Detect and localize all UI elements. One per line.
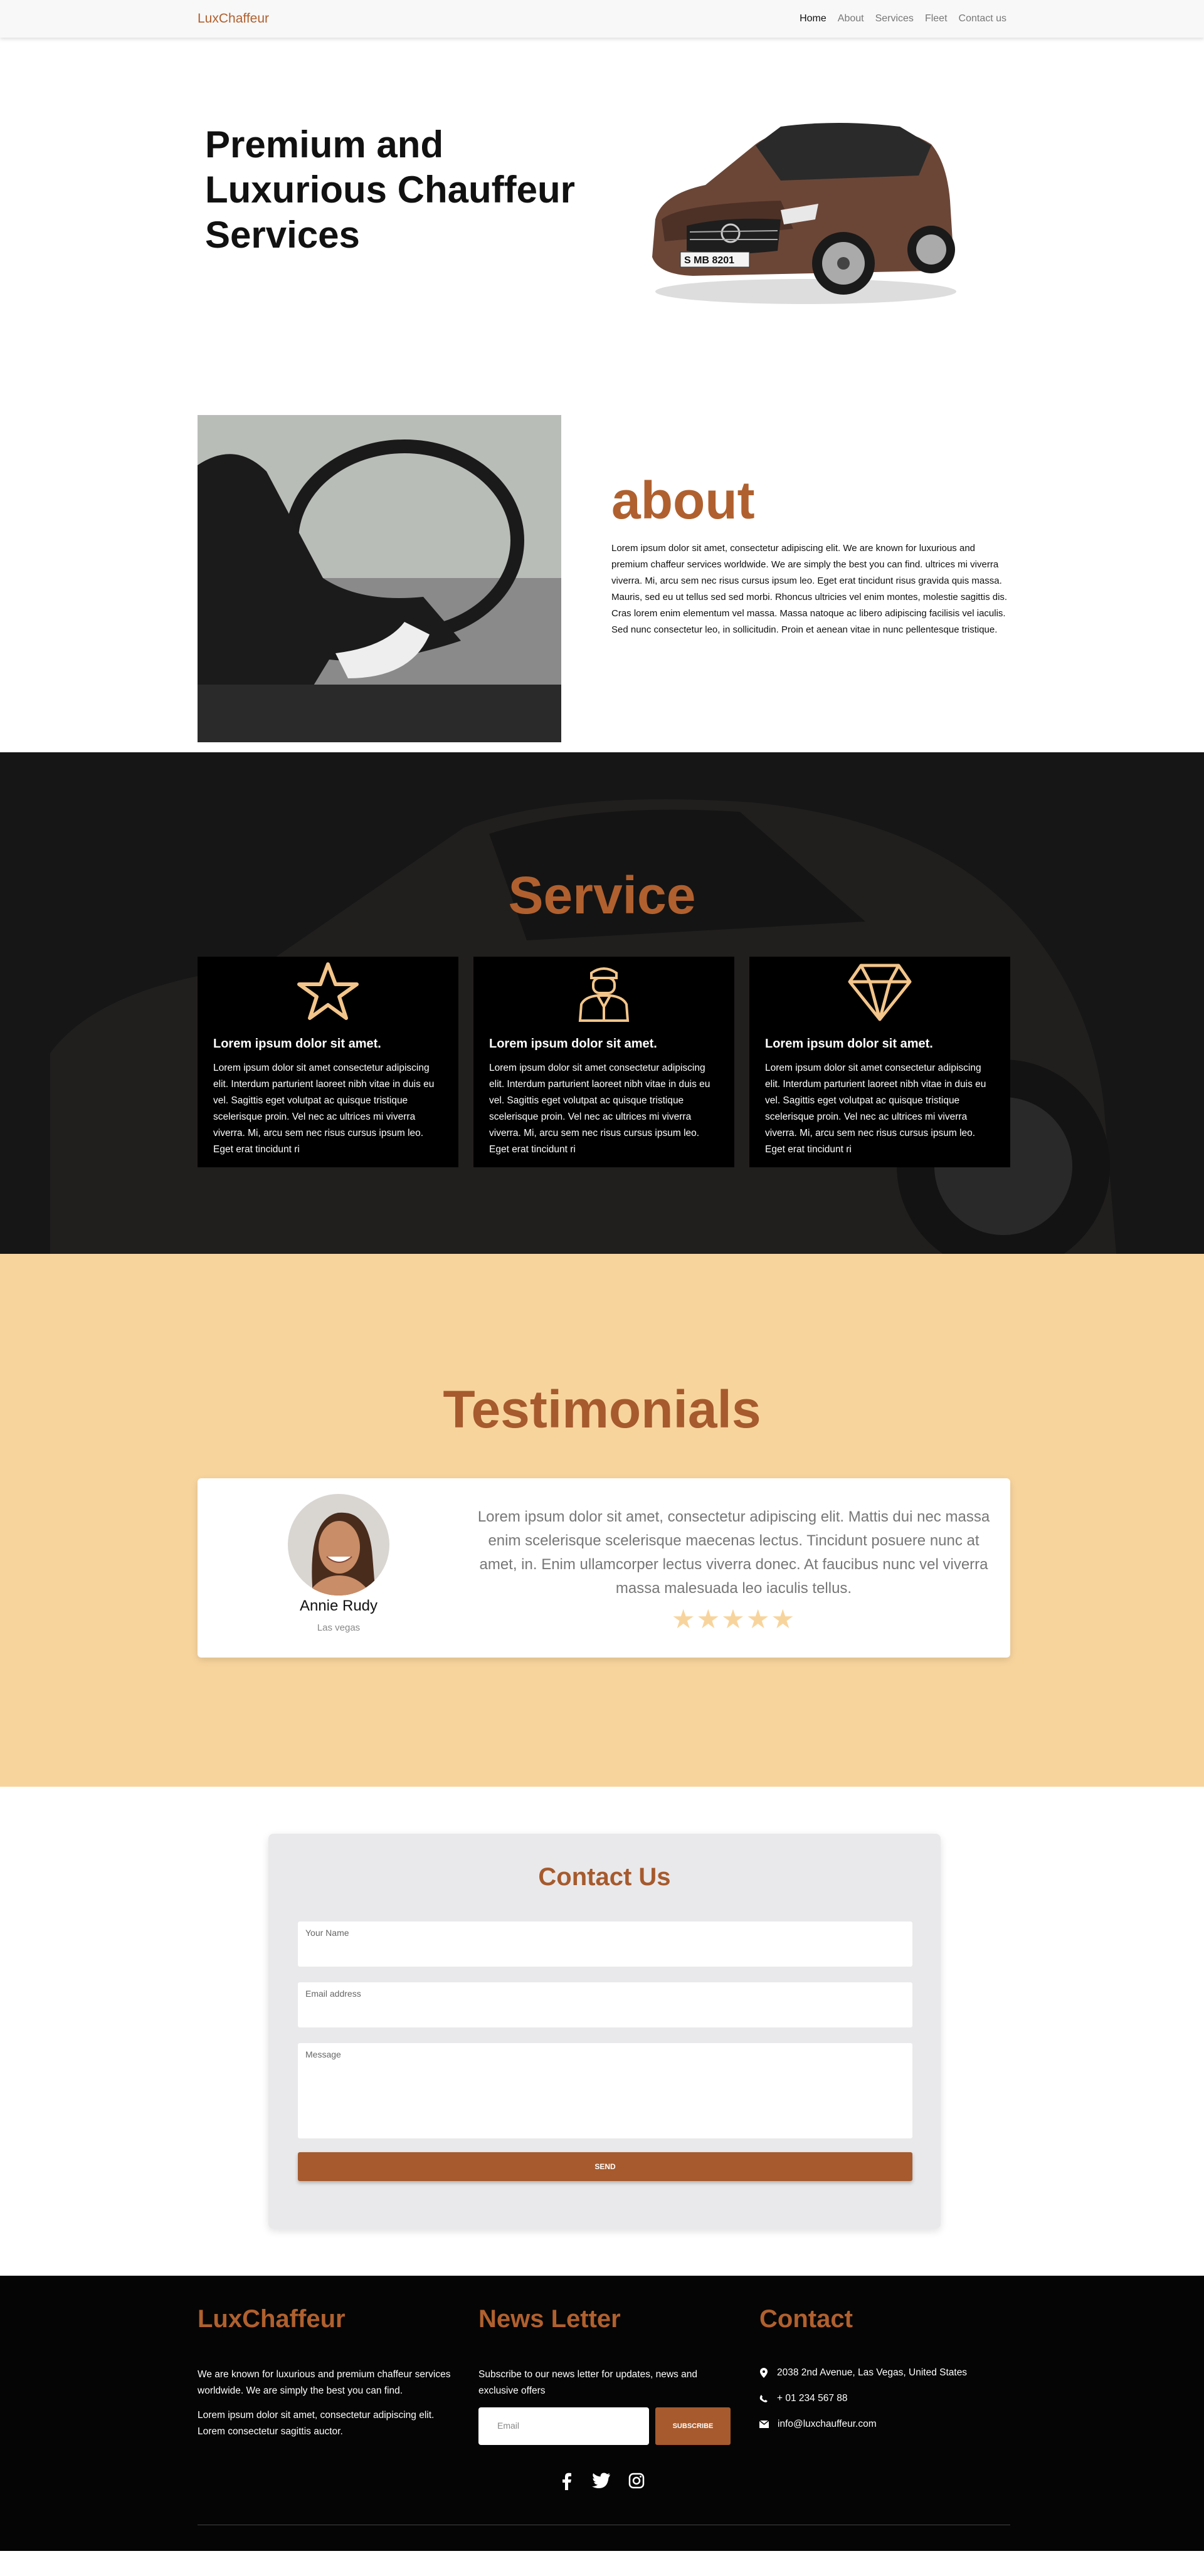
chauffeur-driving-image <box>198 415 561 742</box>
message-field[interactable]: Message <box>298 2043 912 2138</box>
testimonial-person-name: Annie Rudy <box>299 1597 378 1614</box>
send-button[interactable]: SEND <box>298 2152 912 2181</box>
service-heading: Service <box>508 866 696 925</box>
testimonials-section: Testimonials Annie Rudy Las vegas Lorem … <box>0 1254 1204 1787</box>
service-card-text: Lorem ipsum dolor sit amet consectetur a… <box>213 1063 435 1155</box>
newsletter-text: Subscribe to our news letter for updates… <box>478 2369 697 2396</box>
envelope-icon <box>759 2421 769 2428</box>
facebook-icon[interactable] <box>559 2473 574 2490</box>
hero-title: Premium and Luxurious Chauffeur Services <box>205 124 576 256</box>
footer-brand: LuxChaffeur <box>198 2305 346 2333</box>
service-card-title: Lorem ipsum dolor sit amet. <box>489 1037 657 1051</box>
testimonial-card: Annie Rudy Las vegas Lorem ipsum dolor s… <box>198 1478 1010 1658</box>
message-field-placeholder: Message <box>305 2049 341 2059</box>
star-rating: ★★★★★ <box>671 1604 796 1634</box>
service-card: Lorem ipsum dolor sit amet. Lorem ipsum … <box>198 957 458 1167</box>
about-heading: about <box>611 471 755 530</box>
testimonial-person-location: Las vegas <box>317 1622 361 1633</box>
about-text: Lorem ipsum dolor sit amet, consectetur … <box>611 543 1008 635</box>
footer-about-text: We are known for luxurious and premium c… <box>198 2369 451 2396</box>
service-card-text: Lorem ipsum dolor sit amet consectetur a… <box>765 1063 986 1155</box>
star-icon <box>213 957 443 1027</box>
service-card-title: Lorem ipsum dolor sit amet. <box>213 1037 381 1051</box>
footer: LuxChaffeur We are known for luxurious a… <box>0 2276 1204 2551</box>
footer-address-text: 2038 2nd Avenue, Las Vegas, United State… <box>777 2367 968 2378</box>
hero-car-plate: S MB 8201 <box>684 255 734 266</box>
testimonial-quote: Lorem ipsum dolor sit amet, consectetur … <box>477 1508 990 1597</box>
location-pin-icon <box>760 2368 768 2378</box>
nav-link-services[interactable]: Services <box>875 13 914 24</box>
testimonials-heading: Testimonials <box>443 1380 761 1439</box>
footer-phone: + 01 234 567 88 <box>759 2393 847 2404</box>
contact-form: Contact Us Your Name Email address Messa… <box>268 1834 941 2229</box>
brand-logo[interactable]: LuxChaffeur <box>198 11 269 26</box>
diamond-icon <box>765 957 995 1027</box>
nav-link-home[interactable]: Home <box>800 13 826 24</box>
twitter-icon[interactable] <box>592 2473 611 2489</box>
contact-heading: Contact Us <box>538 1863 671 1891</box>
footer-address: 2038 2nd Avenue, Las Vegas, United State… <box>759 2367 967 2379</box>
social-links <box>198 2473 1006 2490</box>
subscribe-button[interactable]: SUBSCRIBE <box>655 2407 731 2445</box>
footer-email-text[interactable]: info@luxchauffeur.com <box>778 2419 877 2430</box>
footer-phone-text: + 01 234 567 88 <box>777 2393 848 2404</box>
avatar <box>288 1494 389 1596</box>
email-field-placeholder: Email address <box>305 1989 361 1999</box>
newsletter-email-input[interactable]: Email <box>478 2407 649 2445</box>
hero-car-image: S MB 8201 <box>652 123 956 304</box>
instagram-icon[interactable] <box>628 2473 645 2489</box>
chauffeur-icon <box>489 957 719 1027</box>
service-card: Lorem ipsum dolor sit amet. Lorem ipsum … <box>749 957 1010 1167</box>
phone-icon <box>759 2395 768 2402</box>
name-field[interactable]: Your Name <box>298 1921 912 1967</box>
about-section: about Lorem ipsum dolor sit amet, consec… <box>0 351 1204 752</box>
email-field[interactable]: Email address <box>298 1982 912 2027</box>
footer-email: info@luxchauffeur.com <box>759 2419 877 2430</box>
navbar: LuxChaffeur Home About Services Fleet Co… <box>0 0 1204 38</box>
name-field-placeholder: Your Name <box>305 1928 349 1938</box>
newsletter-heading: News Letter <box>478 2305 621 2333</box>
service-card-text: Lorem ipsum dolor sit amet consectetur a… <box>489 1063 710 1155</box>
service-card-title: Lorem ipsum dolor sit amet. <box>765 1037 933 1051</box>
footer-about-text-2: Lorem ipsum dolor sit amet, consectetur … <box>198 2410 435 2437</box>
service-card: Lorem ipsum dolor sit amet. Lorem ipsum … <box>473 957 734 1167</box>
newsletter-email-placeholder: Email <box>497 2421 520 2431</box>
nav-link-about[interactable]: About <box>838 13 864 24</box>
nav-link-fleet[interactable]: Fleet <box>925 13 948 24</box>
nav-link-contact[interactable]: Contact us <box>959 13 1006 24</box>
contact-footer-heading: Contact <box>759 2305 853 2333</box>
hero-section: Premium and Luxurious Chauffeur Services… <box>0 38 1204 351</box>
contact-section: Contact Us Your Name Email address Messa… <box>0 1787 1204 2276</box>
nav-links: Home About Services Fleet Contact us <box>800 13 1006 24</box>
service-section: Service Lorem ipsum dolor sit amet. Lore… <box>0 752 1204 1254</box>
